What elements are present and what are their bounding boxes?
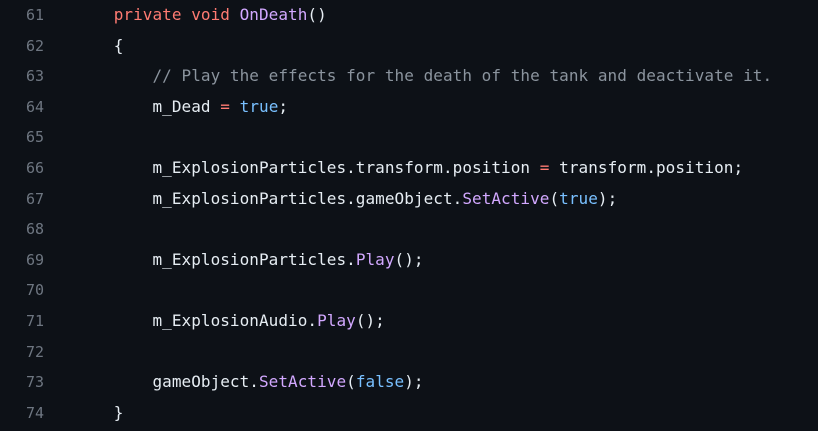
code-token-op: = [220, 96, 230, 116]
line-content: m_ExplosionParticles.transform.position … [75, 153, 743, 184]
code-token-plain: (); [355, 310, 385, 330]
line-content: private void OnDeath() [75, 0, 327, 31]
code-token-plain: ( [549, 188, 560, 208]
code-line[interactable]: 66 m_ExplosionParticles.transform.positi… [0, 153, 818, 184]
code-token-plain: ( [346, 372, 356, 392]
code-line[interactable]: 74 } [0, 398, 818, 429]
line-number: 63 [25, 67, 44, 86]
line-content: m_ExplosionParticles.Play(); [75, 245, 424, 276]
code-token-keyword: private [113, 5, 182, 24]
line-number: 66 [25, 158, 44, 177]
line-number: 65 [25, 128, 44, 147]
code-token-plain: m_ExplosionParticles.gameObject. [152, 188, 463, 208]
code-line[interactable]: 64 m_Dead = true; [0, 92, 818, 123]
code-line[interactable]: 69 m_ExplosionParticles.Play(); [0, 245, 818, 276]
line-number: 68 [25, 220, 44, 239]
code-token-plain: transform.position; [559, 157, 744, 177]
code-line[interactable]: 65 [0, 122, 818, 153]
code-token-plain: m_ExplosionAudio. [152, 310, 318, 330]
code-token-func: Play [355, 249, 395, 269]
code-token-plain: m_ExplosionParticles. [152, 249, 356, 269]
line-number: 70 [25, 281, 44, 300]
line-number: 72 [25, 342, 44, 361]
code-token-func: SetActive [462, 188, 550, 208]
line-number: 67 [25, 189, 44, 208]
line-content: // Play the effects for the death of the… [75, 61, 772, 92]
code-token-plain: ); [404, 372, 424, 392]
code-line[interactable]: 70 [0, 275, 818, 306]
code-token-plain: m_ExplosionParticles.transform.position [152, 157, 531, 177]
code-line[interactable]: 62 { [0, 31, 818, 62]
code-line[interactable]: 67 m_ExplosionParticles.gameObject.SetAc… [0, 184, 818, 215]
line-content: } [75, 398, 124, 429]
code-token-plain: ); [597, 188, 618, 208]
line-content: m_ExplosionAudio.Play(); [75, 306, 385, 337]
code-line[interactable]: 63 // Play the effects for the death of … [0, 61, 818, 92]
line-number: 73 [25, 373, 44, 392]
code-view[interactable]: 61 private void OnDeath() 62 {63 // Play … [0, 0, 818, 431]
code-token-plain: m_Dead [152, 96, 211, 116]
line-number: 74 [25, 403, 44, 422]
code-line[interactable]: 73 gameObject.SetActive(false); [0, 367, 818, 398]
code-token-plain: { [113, 35, 124, 55]
code-token-plain: () [307, 5, 327, 24]
code-token-plain: } [113, 402, 124, 422]
code-line[interactable]: 68 [0, 214, 818, 245]
line-content: m_Dead = true; [75, 92, 288, 123]
code-token-func: SetActive [258, 372, 347, 392]
code-token-func: Play [317, 310, 356, 330]
line-content: gameObject.SetActive(false); [75, 367, 424, 398]
line-number: 69 [25, 250, 44, 269]
line-number: 71 [25, 311, 44, 330]
code-token-plain: ; [278, 96, 289, 116]
code-token-comment: // Play the effects for the death of the… [152, 66, 773, 86]
code-token-keyword: void [191, 5, 230, 24]
code-token-plain: gameObject. [152, 372, 259, 392]
line-content: { [75, 31, 124, 62]
line-number: 61 [25, 6, 44, 24]
line-content: m_ExplosionParticles.gameObject.SetActiv… [75, 184, 617, 215]
code-line[interactable]: 72 [0, 337, 818, 368]
code-token-const: false [355, 372, 405, 392]
code-token-const: true [559, 188, 598, 208]
code-line[interactable]: 71 m_ExplosionAudio.Play(); [0, 306, 818, 337]
code-token-const: true [239, 96, 279, 116]
code-token-plain: (); [394, 249, 424, 269]
code-line[interactable]: 61 private void OnDeath() [0, 0, 818, 31]
code-token-func: OnDeath [239, 5, 308, 24]
line-number: 62 [25, 36, 44, 55]
line-number: 64 [25, 97, 44, 116]
